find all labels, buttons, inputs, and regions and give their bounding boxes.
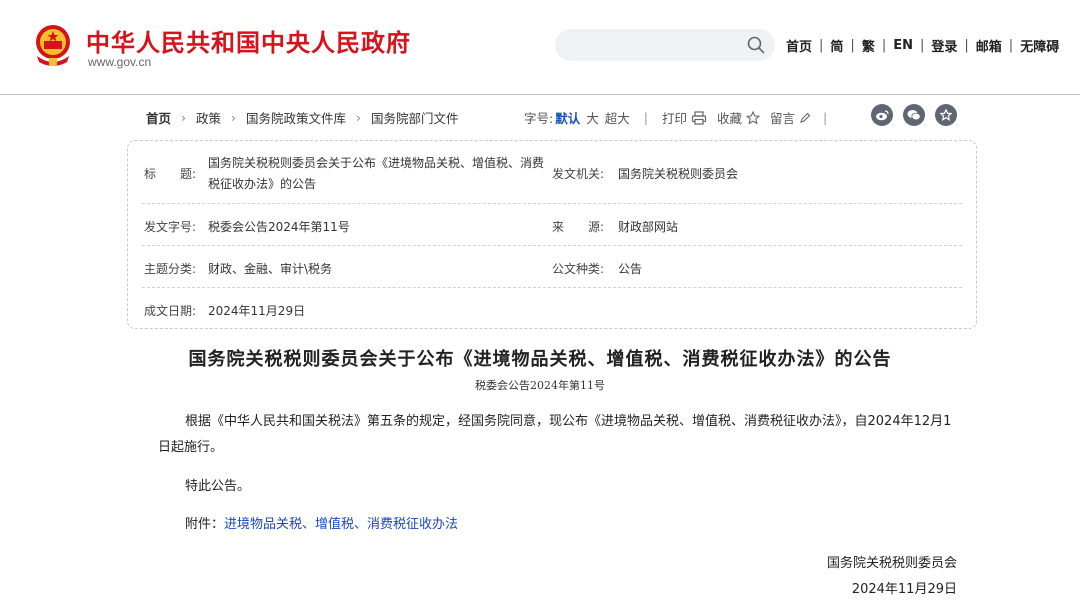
source-label: 来 源: — [552, 220, 605, 234]
info-row-docno: 发文字号: 税委会公告2024年第11号 来 源: 财政部网站 — [142, 204, 962, 246]
search-input[interactable] — [555, 29, 775, 61]
nav-accessibility[interactable]: 无障碍 — [1020, 36, 1059, 55]
top-nav: 首页 | 简 | 繁 | EN | 登录 | 邮箱 | 无障碍 — [786, 36, 1059, 55]
comment-label: 留言 — [770, 111, 796, 126]
print-label: 打印 — [661, 111, 687, 126]
info-row-topic: 主题分类: 财政、金融、审计\税务 公文种类: 公告 — [142, 246, 962, 288]
print-button[interactable]: 打印 — [662, 108, 707, 127]
nav-english[interactable]: EN — [893, 38, 913, 53]
article-toolbar: 字号: 默认 大 超大 | 打印 收藏 留言 | — [524, 108, 841, 127]
date-value: 2024年11月29日 — [208, 304, 306, 318]
share-group — [871, 104, 967, 126]
breadcrumb-policy[interactable]: 政策 — [196, 108, 221, 127]
breadcrumb-department-docs[interactable]: 国务院部门文件 — [371, 108, 459, 127]
attachment-label: 附件： — [185, 517, 225, 532]
info-row-date: 成文日期: 2024年11月29日 — [142, 288, 962, 330]
font-size-large-button[interactable]: 大 — [586, 108, 599, 127]
info-row-title: 标 题: 国务院关税税则委员会关于公布《进境物品关税、增值税、消费 税征收办法》… — [142, 141, 962, 204]
nav-mail[interactable]: 邮箱 — [976, 36, 1002, 55]
chevron-right-icon: › — [181, 110, 187, 125]
pencil-icon — [800, 112, 811, 123]
title-label: 标 题: — [144, 167, 197, 181]
docno-value: 税委会公告2024年第11号 — [208, 220, 350, 234]
nav-divider: | — [881, 38, 887, 53]
nav-simplified[interactable]: 简 — [830, 36, 843, 55]
national-emblem-icon[interactable] — [31, 22, 75, 68]
font-size-default-button[interactable]: 默认 — [555, 108, 580, 127]
font-size-xlarge-button[interactable]: 超大 — [605, 108, 630, 127]
signature: 国务院关税税则委员会 — [826, 556, 957, 571]
nav-divider: | — [1008, 38, 1014, 53]
sign-date: 2024年11月29日 — [851, 582, 957, 597]
article-paragraph: 特此公告。 — [185, 479, 251, 494]
site-url[interactable]: www.gov.cn — [88, 55, 151, 69]
toolbar-divider: | — [823, 110, 828, 125]
topic-label: 主题分类: — [144, 262, 197, 276]
source-value: 财政部网站 — [618, 220, 679, 234]
document-info-table: 标 题: 国务院关税税则委员会关于公布《进境物品关税、增值税、消费 税征收办法》… — [127, 140, 977, 329]
star-icon — [746, 110, 761, 125]
chevron-right-icon: › — [231, 110, 237, 125]
nav-login[interactable]: 登录 — [931, 36, 957, 55]
nav-divider: | — [919, 38, 925, 53]
issuer-value: 国务院关税税则委员会 — [618, 167, 739, 181]
breadcrumb-policy-library[interactable]: 国务院政策文件库 — [246, 108, 346, 127]
article-title: 国务院关税税则委员会关于公布《进境物品关税、增值税、消费税征收办法》的公告 — [188, 349, 892, 370]
font-size-label: 字号: — [524, 111, 554, 126]
nav-divider: | — [964, 38, 969, 53]
favorite-button[interactable]: 收藏 — [717, 108, 761, 127]
article-doc-number: 税委会公告2024年第11号 — [475, 379, 605, 392]
favorite-label: 收藏 — [717, 111, 743, 126]
comment-button[interactable]: 留言 — [770, 108, 811, 127]
nav-divider: | — [850, 38, 855, 53]
search-icon[interactable] — [747, 36, 765, 54]
favorite-share-icon[interactable] — [935, 104, 957, 126]
weibo-share-icon[interactable] — [871, 104, 893, 126]
nav-home[interactable]: 首页 — [786, 36, 812, 55]
issuer-label: 发文机关: — [552, 167, 605, 181]
wechat-share-icon[interactable] — [903, 104, 925, 126]
article-paragraph: 根据《中华人民共和国关税法》第五条的规定，经国务院同意，现公布《进境物品关税、增… — [158, 414, 952, 455]
breadcrumb: 首页 › 政策 › 国务院政策文件库 › 国务院部门文件 — [146, 108, 459, 127]
title-value-line1: 国务院关税税则委员会关于公布《进境物品关税、增值税、消费 — [208, 156, 545, 170]
site-header: 中华人民共和国中央人民政府 www.gov.cn 首页 | 简 | 繁 | EN… — [0, 0, 1080, 95]
printer-icon — [691, 110, 707, 125]
chevron-right-icon: › — [356, 110, 362, 125]
topic-value: 财政、金融、审计\税务 — [208, 262, 333, 276]
docno-label: 发文字号: — [144, 220, 197, 234]
site-title[interactable]: 中华人民共和国中央人民政府 — [86, 23, 411, 58]
attachment-link[interactable]: 进境物品关税、增值税、消费税征收办法 — [224, 517, 458, 532]
nav-divider: | — [819, 38, 824, 53]
attachment-line: 附件：进境物品关税、增值税、消费税征收办法 — [185, 512, 985, 538]
doctype-label: 公文种类: — [552, 262, 605, 276]
nav-traditional[interactable]: 繁 — [862, 36, 875, 55]
title-value-line2: 税征收办法》的公告 — [208, 177, 317, 191]
toolbar-divider: | — [643, 110, 648, 125]
doctype-value: 公告 — [618, 262, 643, 276]
date-label: 成文日期: — [144, 304, 197, 318]
breadcrumb-home[interactable]: 首页 — [146, 108, 171, 127]
